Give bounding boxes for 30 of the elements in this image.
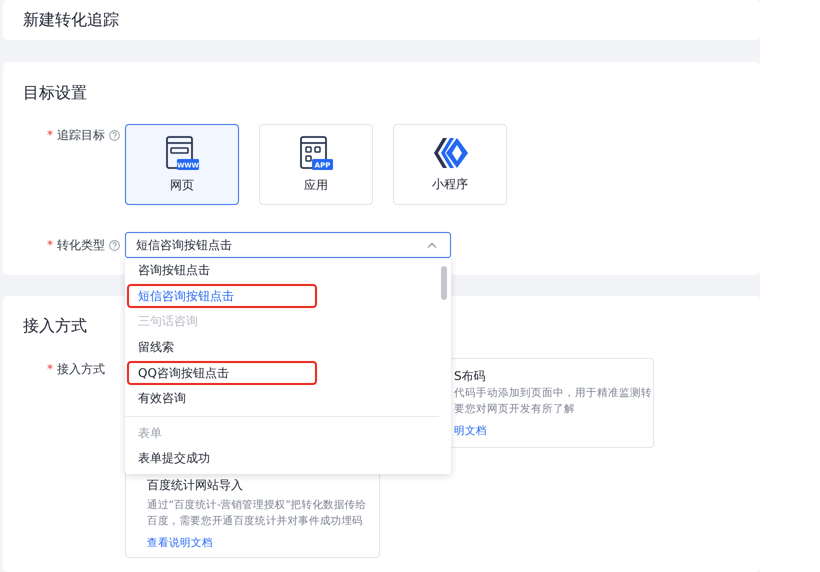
mini-program-logo-icon [431, 136, 469, 170]
dropdown-option[interactable]: 短信咨询按钮点击 [125, 284, 439, 310]
required-mark: * [47, 238, 53, 252]
conversion-type-select[interactable]: 短信咨询按钮点击 [125, 232, 451, 258]
help-icon[interactable] [109, 240, 120, 250]
help-icon[interactable] [109, 130, 120, 140]
dropdown-option: 三句话咨询 [125, 309, 439, 336]
page-title: 新建转化追踪 [23, 10, 119, 30]
required-mark: * [47, 128, 53, 142]
group-header: 表单 [138, 425, 162, 442]
field-label: 追踪目标 [57, 126, 105, 144]
option-label: 网页 [170, 177, 194, 194]
card-description: 代码手动添加到页面中，用于精准监测转 [454, 386, 652, 401]
doc-link[interactable]: 查看说明文档 [147, 535, 213, 551]
doc-link[interactable]: 明文档 [454, 423, 487, 439]
field-label: 接入方式 [57, 360, 105, 378]
section-title: 接入方式 [23, 316, 87, 336]
chevron-up-icon [427, 242, 437, 248]
field-label: 转化类型 [57, 236, 105, 254]
dropdown-option[interactable]: 咨询按钮点击 [125, 258, 439, 284]
card-title: S布码 [454, 368, 486, 385]
option-label: 应用 [304, 177, 328, 194]
option-label: 小程序 [432, 176, 468, 193]
card-description: 通过“百度统计-营销管理授权”把转化数据传给百度，需要您开通百度统计并对事件成功埋码 [147, 498, 368, 529]
section-title: 目标设置 [23, 83, 87, 103]
required-mark: * [47, 362, 53, 376]
target-option-card[interactable]: 小程序 [393, 124, 507, 205]
card-title: 百度统计网站导入 [147, 477, 243, 494]
card-description: 要您对网页开发有所了解 [454, 402, 575, 417]
dropdown-option[interactable]: 留线索 [125, 335, 439, 361]
